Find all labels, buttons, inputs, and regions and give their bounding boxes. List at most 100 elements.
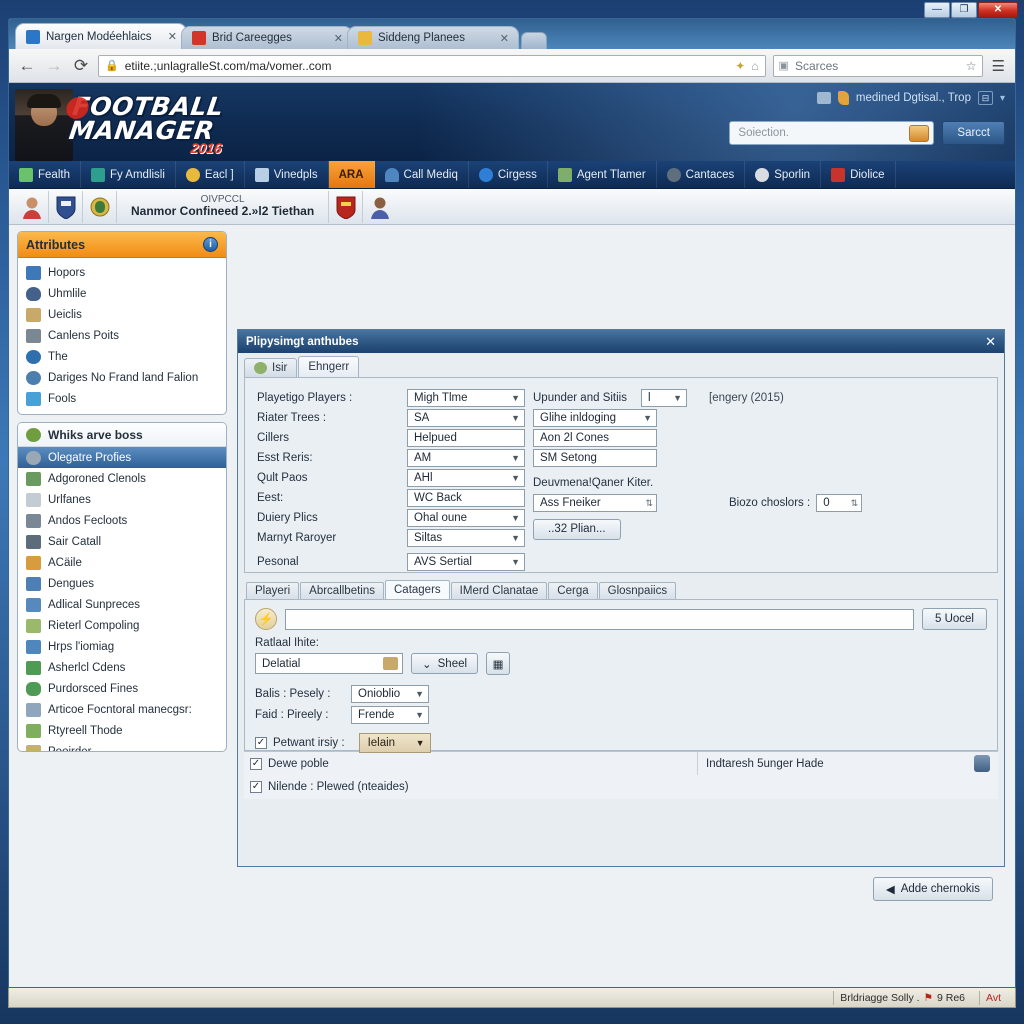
sidebar-item-adlical-sunpreces[interactable]: Adlical Sunpreces [18, 594, 226, 615]
select-marnyt-raroyer[interactable]: Siltas ▼ [407, 529, 525, 547]
nav-item-sporlin[interactable]: Sporlin [745, 161, 822, 188]
browser-search-box[interactable]: ▣ Scarces ☆ [772, 54, 983, 77]
list-item[interactable]: Ueiclis [18, 304, 226, 325]
lower-tab-abrcallbetins[interactable]: Abrcallbetins [300, 582, 384, 599]
spinner-choosers[interactable]: 0 ⇅ [816, 494, 863, 512]
list-item[interactable]: Hopors [18, 262, 226, 283]
select-glihe-inldoging[interactable]: Glihe inldoging ▼ [533, 409, 657, 427]
list-item[interactable]: Canlens Poits [18, 325, 226, 346]
sidebar-item-hrps-iomiag[interactable]: Hrps l'iomiag [18, 636, 226, 657]
breadcrumb-avatar[interactable] [15, 190, 49, 223]
nav-item-vinedpls[interactable]: Vinedpls [245, 161, 329, 188]
fm-search-button[interactable]: Sarcct [942, 121, 1005, 145]
sidebar-item-poojrder[interactable]: Poojrder [18, 741, 226, 751]
wrench-icon[interactable] [837, 91, 849, 105]
sidebar-item-rtyreell-thode[interactable]: Rtyreell Thode [18, 720, 226, 741]
nav-item-call-mediq[interactable]: Call Mediq [375, 161, 469, 188]
sidebar-item-adgoroned-clenols[interactable]: Adgoroned Clenols [18, 468, 226, 489]
chevron-down-icon[interactable]: ▾ [1000, 93, 1005, 104]
back-icon[interactable]: ← [17, 56, 37, 76]
nav-item-cirgess[interactable]: Cirgess [469, 161, 548, 188]
nav-item-fy-amdlisli[interactable]: Fy Amdlisli [81, 161, 176, 188]
list-item[interactable]: Fools [18, 388, 226, 409]
close-button[interactable]: ✕ [978, 2, 1018, 18]
select-riater-trees[interactable]: SA ▼ [407, 409, 525, 427]
spinner-upunder[interactable]: l ▼ [641, 389, 687, 407]
fm-search-badge-icon[interactable] [909, 124, 930, 142]
tab-ehngerr[interactable]: Ehngerr [298, 356, 360, 377]
forward-icon[interactable]: → [44, 56, 64, 76]
select-duiery-plics[interactable]: Ohal oune ▼ [407, 509, 525, 527]
home-icon[interactable]: ⌂ [751, 59, 758, 73]
browser-tab[interactable]: Brid Careegges ✕ [181, 26, 353, 49]
lower-tab-cerga[interactable]: Cerga [548, 582, 598, 599]
lower-tab-playeri[interactable]: Playeri [246, 582, 300, 599]
sidebar-item-articoe-focntoral[interactable]: Articoe Focntoral manecgsr: [18, 699, 226, 720]
select-balis-pesely[interactable]: Onioblio ▼ [351, 684, 429, 703]
dialog-close-icon[interactable]: ✕ [985, 334, 996, 350]
menu-icon[interactable]: ☰ [990, 57, 1007, 75]
plan-button[interactable]: ..32 Plian... [533, 518, 621, 540]
address-bar[interactable]: 🔒 etiite.;unlagralleSt.com/ma/vomer..com… [98, 54, 766, 77]
nilende-checkbox[interactable]: ✓ [250, 781, 262, 793]
file-input[interactable]: Delatial [255, 653, 403, 674]
select-esst-reris[interactable]: AM ▼ [407, 449, 525, 467]
star-icon[interactable]: ☆ [966, 59, 977, 73]
list-item[interactable]: Uhmlile [18, 283, 226, 304]
new-tab-button[interactable] [521, 32, 547, 49]
status-left[interactable]: Brldriagge Solly . ⚑ 9 Re6 [833, 990, 971, 1005]
spinner-arrows-icon[interactable]: ⇅ [851, 498, 859, 509]
upload-path-input[interactable] [285, 608, 914, 630]
fm-search-input[interactable]: Soiection. [729, 121, 935, 145]
header-box-icon[interactable]: ⊟ [977, 91, 993, 105]
reload-icon[interactable]: ⟳ [71, 56, 91, 76]
sidebar-item-andos-fecloots[interactable]: Andos Fecloots [18, 510, 226, 531]
bookmark-icon[interactable]: ✦ [735, 59, 745, 73]
sidebar-item-sair-catall[interactable]: Sair Catall [18, 531, 226, 552]
input-aon-2l-cones[interactable]: Aon 2l Cones [533, 429, 657, 447]
spinner-ass-fneiker[interactable]: Ass Fneiker ⇅ [533, 494, 657, 512]
minimize-button[interactable]: — [924, 2, 950, 18]
nav-item-fealth[interactable]: Fealth [9, 161, 81, 188]
nav-item-diolice[interactable]: Diolice [821, 161, 896, 188]
folder-icon[interactable] [383, 657, 398, 670]
tab-close-icon[interactable]: ✕ [497, 32, 512, 45]
nav-item-cantaces[interactable]: Cantaces [657, 161, 746, 188]
sidebar-item-asherlcl-cdens[interactable]: Asherlcl Cdens [18, 657, 226, 678]
maximize-button[interactable]: ❐ [951, 2, 977, 18]
breadcrumb-club-crest-2[interactable] [83, 190, 117, 223]
breadcrumb-title[interactable]: OIVPCCL Nanmor Confineed 2.»l2 Tiethan [117, 190, 330, 223]
sidebar-item-urlfanes[interactable]: Urlfanes [18, 489, 226, 510]
image-button[interactable]: ▦ [486, 652, 511, 675]
nav-panel-header[interactable]: Whiks arve boss [18, 423, 226, 447]
nav-item-ara[interactable]: ARA [328, 161, 375, 188]
select-qult-paos[interactable]: AHl ▼ [407, 469, 525, 487]
lower-tab-glosnpaiics[interactable]: Glosnpaiics [598, 582, 677, 599]
tab-isir[interactable]: Isir [244, 358, 298, 377]
lower-tab-imerd-clanatae[interactable]: IMerd Clanatae [450, 582, 548, 599]
sidebar-item-olegatre-profies[interactable]: Olegatre Profies [18, 447, 226, 468]
input-eest[interactable]: WC Back [407, 489, 525, 507]
tab-close-icon[interactable]: ✕ [331, 32, 346, 45]
nav-item-eacl[interactable]: Eacl ] [176, 161, 245, 188]
petwant-checkbox[interactable]: ✓ [255, 737, 267, 749]
nav-item-agent-tlamer[interactable]: Agent Tlamer [548, 161, 657, 188]
list-item[interactable]: The [18, 346, 226, 367]
input-cillers[interactable]: Helpued [407, 429, 525, 447]
select-pesonal[interactable]: AVS Sertial ▼ [407, 553, 525, 571]
input-sm-setong[interactable]: SM Setong [533, 449, 657, 467]
sidebar-item-purdorsced-fines[interactable]: Purdorsced Fines [18, 678, 226, 699]
select-playetigo-players[interactable]: Migh Tlme ▼ [407, 389, 525, 407]
select-faid-pireely[interactable]: Frende ▼ [351, 705, 429, 724]
sidebar-item-dengues[interactable]: Dengues [18, 573, 226, 594]
list-item[interactable]: Dariges No Frand land Falion [18, 367, 226, 388]
spinner-arrows-icon[interactable]: ⇅ [645, 498, 653, 509]
sidebar-item-rieterl-compoling[interactable]: Rieterl Compoling [18, 615, 226, 636]
add-chernokis-button[interactable]: ◀ Adde chernokis [872, 877, 993, 901]
tab-close-icon[interactable]: ✕ [165, 30, 180, 43]
breadcrumb-club-crest-1[interactable] [49, 190, 83, 223]
sheet-button[interactable]: ⌄ Sheel [411, 653, 479, 674]
status-right[interactable]: Avt [979, 990, 1007, 1005]
info-icon[interactable]: i [203, 237, 218, 252]
sidebar-item-acaile[interactable]: ACäile [18, 552, 226, 573]
